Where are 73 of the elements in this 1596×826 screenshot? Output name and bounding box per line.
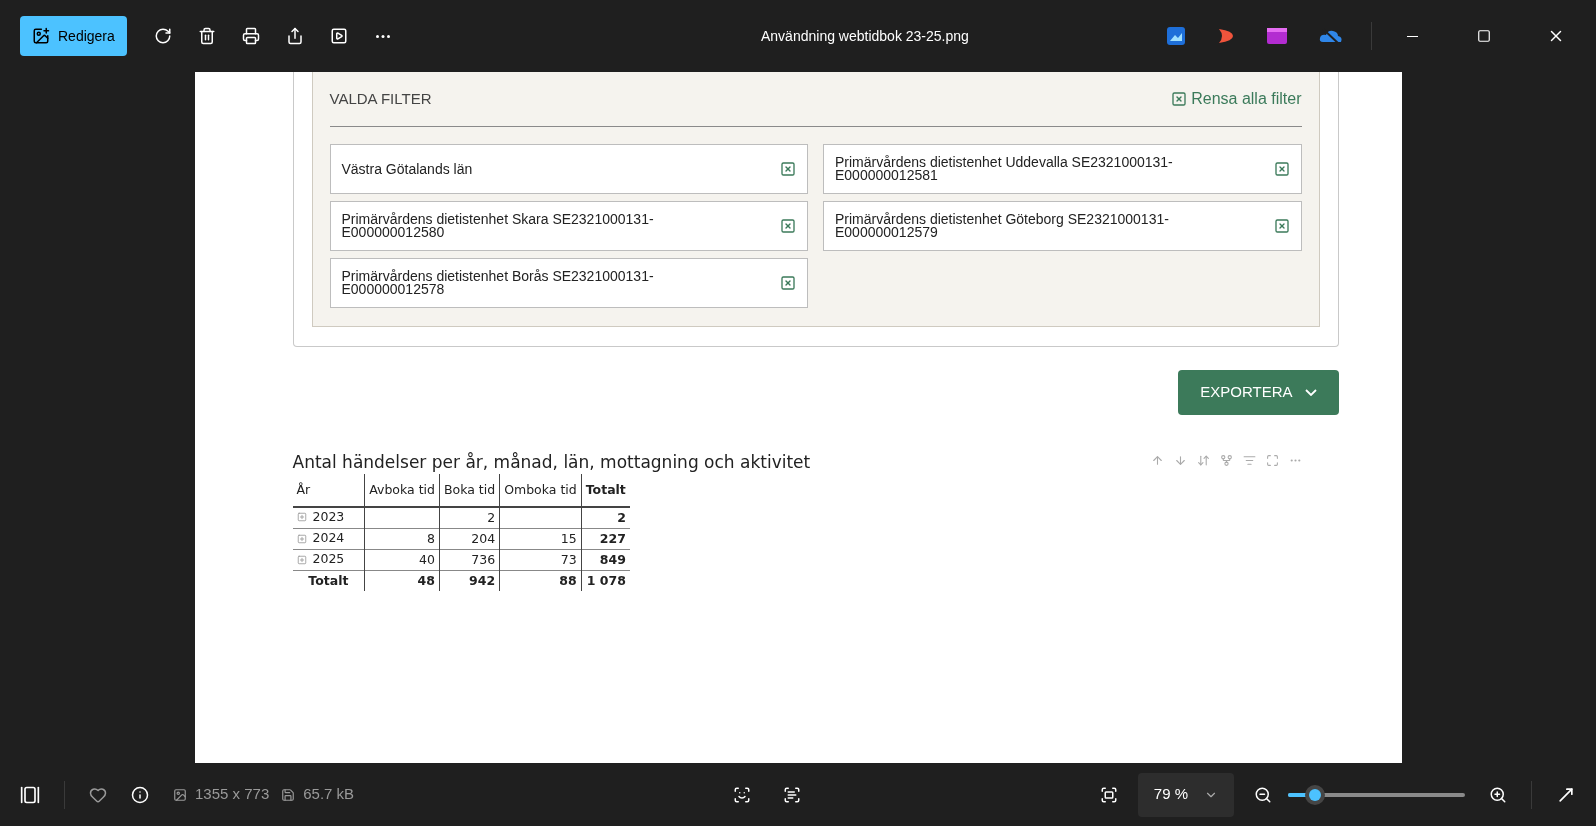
table-cell: Totalt [292, 570, 365, 591]
edit-button[interactable]: Redigera [20, 16, 127, 56]
table-cell: 736 [439, 549, 500, 571]
clear-filters-link[interactable]: Rensa alla filter [1171, 87, 1302, 111]
remove-filter-icon[interactable] [1273, 218, 1290, 234]
favorite-icon[interactable] [89, 785, 107, 804]
column-header: Boka tid [439, 474, 500, 507]
image-edit-icon [32, 27, 50, 45]
minimize-icon [1406, 35, 1418, 37]
filter-label: Primärvårdens dietistenhet Skara SE2321000131-E000000012580 [341, 213, 655, 239]
dimensions-icon [173, 787, 187, 802]
filter-chip[interactable]: Primärvårdens dietistenhet Borås SE2321000131-E000000012578 [329, 258, 808, 308]
table-cell: 2 [439, 507, 500, 529]
fit-screen-icon[interactable] [1099, 785, 1118, 804]
column-header: Totalt [581, 474, 630, 507]
column-header: Omboka tid [499, 474, 582, 507]
printer-icon [241, 27, 260, 45]
caret-icon [1304, 389, 1317, 396]
cloud-off-icon[interactable] [1319, 27, 1343, 45]
table-cell: 1 078 [581, 570, 630, 591]
rotate-icon [153, 27, 172, 45]
save-icon [281, 787, 296, 802]
filter-chip[interactable]: Västra Götalands län [329, 144, 808, 194]
image-dimensions: 1355 x 773 [195, 784, 270, 805]
filter-label: Primärvårdens dietistenhet Borås SE2321000131-E000000012578 [341, 270, 655, 296]
window-title: Användning webtidbok 23-25.png [761, 27, 969, 46]
table-cell: 8 [364, 528, 440, 550]
row-label: 2023 [312, 508, 345, 526]
info-icon[interactable] [131, 785, 149, 804]
trash-icon [197, 27, 216, 45]
remove-filter-icon[interactable] [780, 275, 796, 291]
more-icon [375, 34, 390, 38]
filmstrip-icon[interactable] [20, 784, 40, 805]
app-icon[interactable] [1167, 27, 1185, 45]
filter-chip[interactable]: Primärvårdens dietistenhet Skara SE2321000131-E000000012580 [329, 201, 808, 251]
filter-label: Västra Götalands län [341, 162, 474, 176]
remove-filter-icon[interactable] [1273, 161, 1290, 177]
video-app-icon[interactable] [1267, 27, 1287, 45]
filter-chip[interactable]: Primärvårdens dietistenhet Göteborg SE2321000131-E000000012579 [823, 201, 1302, 251]
zoom-out-icon[interactable] [1254, 785, 1272, 804]
remove-filter-icon[interactable] [780, 161, 796, 177]
table-cell: 40 [364, 549, 440, 571]
remove-filter-icon[interactable] [780, 218, 796, 234]
table-cell: 942 [439, 570, 500, 591]
filter-chip[interactable]: Primärvårdens dietistenhet Uddevalla SE2321000131-E000000012581 [823, 144, 1302, 194]
clear-icon [1171, 91, 1188, 107]
scan-text-icon[interactable] [782, 785, 801, 804]
zoom-in-icon[interactable] [1489, 785, 1507, 804]
row-label: 2025 [312, 550, 345, 569]
table-cell: 849 [581, 549, 630, 571]
table-cell: 2 [581, 507, 630, 529]
column-header: Avboka tid [364, 474, 440, 507]
export-button[interactable]: EXPORTERA [1178, 370, 1339, 415]
table-cell: 227 [581, 528, 630, 550]
app-icon[interactable] [1217, 27, 1235, 45]
filter-label: Primärvårdens dietistenhet Göteborg SE2321000131-E000000012579 [835, 213, 1170, 239]
share-icon [285, 27, 304, 45]
play-icon [329, 27, 348, 45]
row-label: 2024 [312, 529, 345, 548]
filter-heading: VALDA FILTER [329, 88, 432, 109]
table-title: Antal händelser per år, månad, län, mottagning och aktivitet [292, 451, 811, 474]
file-size: 65.7 kB [303, 784, 355, 805]
table-cell: 15 [499, 528, 582, 550]
table-cell: 88 [499, 570, 582, 591]
filter-label: Primärvårdens dietistenhet Uddevalla SE2321000131-E000000012581 [835, 156, 1174, 182]
table-cell: 48 [364, 570, 440, 591]
maximize-icon [1477, 29, 1491, 43]
table-cell: 73 [499, 549, 582, 571]
column-header: År [292, 474, 365, 507]
scan-icon[interactable] [732, 785, 751, 804]
zoom-dropdown[interactable]: 79 % [1137, 772, 1234, 817]
table-cell: 204 [439, 528, 500, 550]
zoom-slider[interactable] [1288, 784, 1465, 805]
